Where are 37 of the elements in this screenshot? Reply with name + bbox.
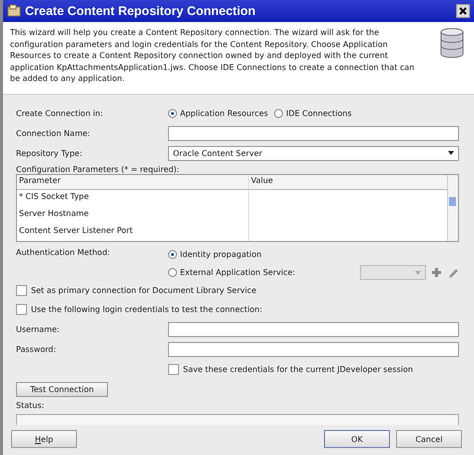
window-title: Create Content Repository Connection xyxy=(25,4,257,18)
close-button[interactable] xyxy=(456,4,470,18)
column-header: Value xyxy=(249,175,447,190)
connection-name-field[interactable] xyxy=(168,126,459,140)
field-label: Authentication Method: xyxy=(16,248,111,257)
checkbox-option[interactable]: Set as primary connection for Document Library Service xyxy=(16,285,459,296)
ok-button[interactable]: OK xyxy=(324,430,390,448)
checkbox-option[interactable]: Use the following login credentials to test the connection: xyxy=(16,304,459,315)
table-cell: Content Server Listener Port xyxy=(17,224,249,241)
database-icon xyxy=(440,28,464,58)
field-label: Connection Name: xyxy=(16,128,92,138)
field-label: Create Connection in: xyxy=(16,108,104,118)
column-header: Parameter xyxy=(17,175,249,190)
help-button[interactable]: Help xyxy=(11,430,77,448)
field-label: Username: xyxy=(16,324,60,334)
password-field[interactable] xyxy=(168,342,459,356)
radio-option[interactable]: Application Resources xyxy=(168,108,268,118)
test-connection-button[interactable]: Test Connection xyxy=(16,382,108,397)
field-label: Status: xyxy=(16,401,46,410)
field-label: Repository Type: xyxy=(16,148,84,158)
cancel-button[interactable]: Cancel xyxy=(396,430,462,448)
table-cell: * CIS Socket Type xyxy=(17,190,249,207)
app-icon xyxy=(7,4,21,18)
section-label: Configuration Parameters (* = required): xyxy=(16,165,180,174)
close-icon xyxy=(459,7,467,15)
checkbox-option[interactable]: Save these credentials for the current JDeveloper session xyxy=(168,364,413,374)
radio-option[interactable]: IDE Connections xyxy=(274,108,352,118)
intro-text: This wizard will help you create a Content Repository connection. The wizard will ask for the configuration parameters and login credentials for the Content Repository. Choose Application Resources to create a Content Repository connection owned by and deployed with the current application KpAttachmentsApplication1.jws. Choose IDE Connections to create a connection that can be added to any application. xyxy=(10,27,416,85)
field-label: Password: xyxy=(16,344,58,354)
edit-icon[interactable] xyxy=(447,266,459,278)
add-icon[interactable] xyxy=(431,267,442,278)
table-cell: Server Hostname xyxy=(17,207,249,224)
repository-type-dropdown[interactable]: Oracle Content Server xyxy=(168,146,459,160)
radio-option[interactable]: Identity propagation xyxy=(168,250,459,259)
scrollbar[interactable] xyxy=(447,175,458,241)
username-field[interactable] xyxy=(168,322,459,336)
radio-option[interactable]: External Application Service: xyxy=(168,268,296,277)
